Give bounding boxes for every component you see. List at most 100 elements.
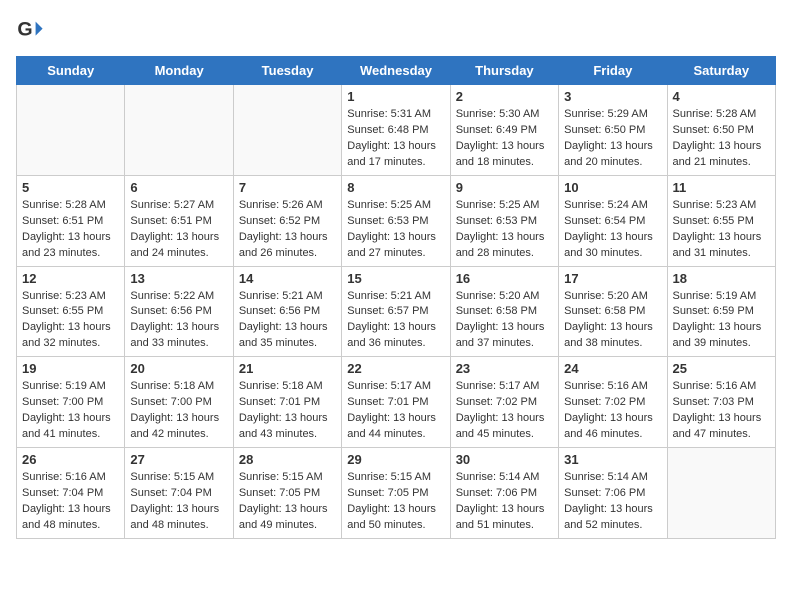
calendar-cell: 17 Sunrise: 5:20 AM Sunset: 6:58 PM Dayli… (559, 266, 667, 357)
cell-info: Sunrise: 5:18 AM Sunset: 7:00 PM Dayligh… (130, 379, 227, 443)
date-number: 15 (347, 271, 444, 286)
calendar-cell: 22 Sunrise: 5:17 AM Sunset: 7:01 PM Dayli… (342, 357, 450, 448)
calendar-cell (17, 85, 125, 176)
calendar-cell: 2Sunrise: 5:30 AM Sunset: 6:49 PM Daylig… (450, 85, 558, 176)
calendar-cell: 28 Sunrise: 5:15 AM Sunset: 7:05 PM Dayli… (233, 448, 341, 539)
calendar-cell: 9 Sunrise: 5:25 AM Sunset: 6:53 PM Daylig… (450, 175, 558, 266)
calendar-cell: 5 Sunrise: 5:28 AM Sunset: 6:51 PM Daylig… (17, 175, 125, 266)
date-number: 22 (347, 361, 444, 376)
cell-info: Sunrise: 5:19 AM Sunset: 7:00 PM Dayligh… (22, 379, 119, 443)
calendar-cell (125, 85, 233, 176)
date-number: 18 (673, 271, 770, 286)
cell-info: Sunrise: 5:16 AM Sunset: 7:04 PM Dayligh… (22, 470, 119, 534)
date-number: 11 (673, 180, 770, 195)
date-number: 1 (347, 89, 444, 104)
date-number: 29 (347, 452, 444, 467)
logo: G (16, 16, 48, 44)
date-number: 31 (564, 452, 661, 467)
cell-info: Sunrise: 5:20 AM Sunset: 6:58 PM Dayligh… (456, 289, 553, 353)
cell-info: Sunrise: 5:18 AM Sunset: 7:01 PM Dayligh… (239, 379, 336, 443)
cell-info: Sunrise: 5:14 AM Sunset: 7:06 PM Dayligh… (564, 470, 661, 534)
date-number: 30 (456, 452, 553, 467)
cell-info: Sunrise: 5:19 AM Sunset: 6:59 PM Dayligh… (673, 289, 770, 353)
cell-info: Sunrise: 5:23 AM Sunset: 6:55 PM Dayligh… (22, 289, 119, 353)
calendar-cell: 8Sunrise: 5:25 AM Sunset: 6:53 PM Daylig… (342, 175, 450, 266)
cell-info: Sunrise: 5:22 AM Sunset: 6:56 PM Dayligh… (130, 289, 227, 353)
calendar-cell: 23 Sunrise: 5:17 AM Sunset: 7:02 PM Dayli… (450, 357, 558, 448)
cell-info: Sunrise: 5:23 AM Sunset: 6:55 PM Dayligh… (673, 198, 770, 262)
cell-info: Sunrise: 5:24 AM Sunset: 6:54 PM Dayligh… (564, 198, 661, 262)
cell-info: Sunrise: 5:25 AM Sunset: 6:53 PM Dayligh… (456, 198, 553, 262)
date-number: 16 (456, 271, 553, 286)
cell-info: Sunrise: 5:17 AM Sunset: 7:01 PM Dayligh… (347, 379, 444, 443)
date-number: 23 (456, 361, 553, 376)
header: G (16, 16, 776, 44)
date-number: 5 (22, 180, 119, 195)
cell-info: Sunrise: 5:21 AM Sunset: 6:57 PM Dayligh… (347, 289, 444, 353)
cell-info: Sunrise: 5:28 AM Sunset: 6:51 PM Dayligh… (22, 198, 119, 262)
calendar-cell: 6Sunrise: 5:27 AM Sunset: 6:51 PM Daylig… (125, 175, 233, 266)
cell-info: Sunrise: 5:28 AM Sunset: 6:50 PM Dayligh… (673, 107, 770, 171)
cell-info: Sunrise: 5:17 AM Sunset: 7:02 PM Dayligh… (456, 379, 553, 443)
calendar-cell: 15 Sunrise: 5:21 AM Sunset: 6:57 PM Dayli… (342, 266, 450, 357)
date-number: 24 (564, 361, 661, 376)
cell-info: Sunrise: 5:29 AM Sunset: 6:50 PM Dayligh… (564, 107, 661, 171)
cell-info: Sunrise: 5:15 AM Sunset: 7:05 PM Dayligh… (347, 470, 444, 534)
date-number: 10 (564, 180, 661, 195)
date-number: 21 (239, 361, 336, 376)
date-number: 28 (239, 452, 336, 467)
day-header-monday: Monday (125, 57, 233, 85)
logo-icon: G (16, 16, 44, 44)
calendar-cell: 21 Sunrise: 5:18 AM Sunset: 7:01 PM Dayli… (233, 357, 341, 448)
cell-info: Sunrise: 5:25 AM Sunset: 6:53 PM Dayligh… (347, 198, 444, 262)
date-number: 4 (673, 89, 770, 104)
calendar-cell: 13 Sunrise: 5:22 AM Sunset: 6:56 PM Dayli… (125, 266, 233, 357)
calendar-cell: 25 Sunrise: 5:16 AM Sunset: 7:03 PM Dayli… (667, 357, 775, 448)
calendar-cell: 31 Sunrise: 5:14 AM Sunset: 7:06 PM Dayli… (559, 448, 667, 539)
cell-info: Sunrise: 5:15 AM Sunset: 7:04 PM Dayligh… (130, 470, 227, 534)
calendar-cell (233, 85, 341, 176)
cell-info: Sunrise: 5:14 AM Sunset: 7:06 PM Dayligh… (456, 470, 553, 534)
day-header-tuesday: Tuesday (233, 57, 341, 85)
date-number: 9 (456, 180, 553, 195)
calendar-cell: 29 Sunrise: 5:15 AM Sunset: 7:05 PM Dayli… (342, 448, 450, 539)
calendar-cell: 4 Sunrise: 5:28 AM Sunset: 6:50 PM Daylig… (667, 85, 775, 176)
date-number: 20 (130, 361, 227, 376)
date-number: 17 (564, 271, 661, 286)
date-number: 13 (130, 271, 227, 286)
cell-info: Sunrise: 5:16 AM Sunset: 7:03 PM Dayligh… (673, 379, 770, 443)
svg-text:G: G (17, 19, 32, 41)
calendar-cell: 26 Sunrise: 5:16 AM Sunset: 7:04 PM Dayli… (17, 448, 125, 539)
calendar-cell: 24 Sunrise: 5:16 AM Sunset: 7:02 PM Dayli… (559, 357, 667, 448)
date-number: 25 (673, 361, 770, 376)
date-number: 14 (239, 271, 336, 286)
calendar-cell: 1 Sunrise: 5:31 AM Sunset: 6:48 PM Daylig… (342, 85, 450, 176)
calendar-cell: 19 Sunrise: 5:19 AM Sunset: 7:00 PM Dayli… (17, 357, 125, 448)
cell-info: Sunrise: 5:27 AM Sunset: 6:51 PM Dayligh… (130, 198, 227, 262)
cell-info: Sunrise: 5:16 AM Sunset: 7:02 PM Dayligh… (564, 379, 661, 443)
calendar-cell: 14Sunrise: 5:21 AM Sunset: 6:56 PM Dayli… (233, 266, 341, 357)
calendar-cell: 10 Sunrise: 5:24 AM Sunset: 6:54 PM Dayli… (559, 175, 667, 266)
calendar-cell: 27 Sunrise: 5:15 AM Sunset: 7:04 PM Dayli… (125, 448, 233, 539)
cell-info: Sunrise: 5:30 AM Sunset: 6:49 PM Dayligh… (456, 107, 553, 171)
day-header-saturday: Saturday (667, 57, 775, 85)
calendar-table: SundayMondayTuesdayWednesdayThursdayFrid… (16, 56, 776, 539)
date-number: 27 (130, 452, 227, 467)
calendar-cell: 11 Sunrise: 5:23 AM Sunset: 6:55 PM Dayli… (667, 175, 775, 266)
calendar-cell (667, 448, 775, 539)
cell-info: Sunrise: 5:26 AM Sunset: 6:52 PM Dayligh… (239, 198, 336, 262)
date-number: 26 (22, 452, 119, 467)
calendar-cell: 12 Sunrise: 5:23 AM Sunset: 6:55 PM Dayli… (17, 266, 125, 357)
date-number: 12 (22, 271, 119, 286)
calendar-cell: 7 Sunrise: 5:26 AM Sunset: 6:52 PM Daylig… (233, 175, 341, 266)
date-number: 19 (22, 361, 119, 376)
date-number: 7 (239, 180, 336, 195)
day-header-wednesday: Wednesday (342, 57, 450, 85)
day-header-sunday: Sunday (17, 57, 125, 85)
date-number: 3 (564, 89, 661, 104)
day-header-friday: Friday (559, 57, 667, 85)
cell-info: Sunrise: 5:31 AM Sunset: 6:48 PM Dayligh… (347, 107, 444, 171)
cell-info: Sunrise: 5:20 AM Sunset: 6:58 PM Dayligh… (564, 289, 661, 353)
calendar-cell: 20 Sunrise: 5:18 AM Sunset: 7:00 PM Dayli… (125, 357, 233, 448)
cell-info: Sunrise: 5:15 AM Sunset: 7:05 PM Dayligh… (239, 470, 336, 534)
